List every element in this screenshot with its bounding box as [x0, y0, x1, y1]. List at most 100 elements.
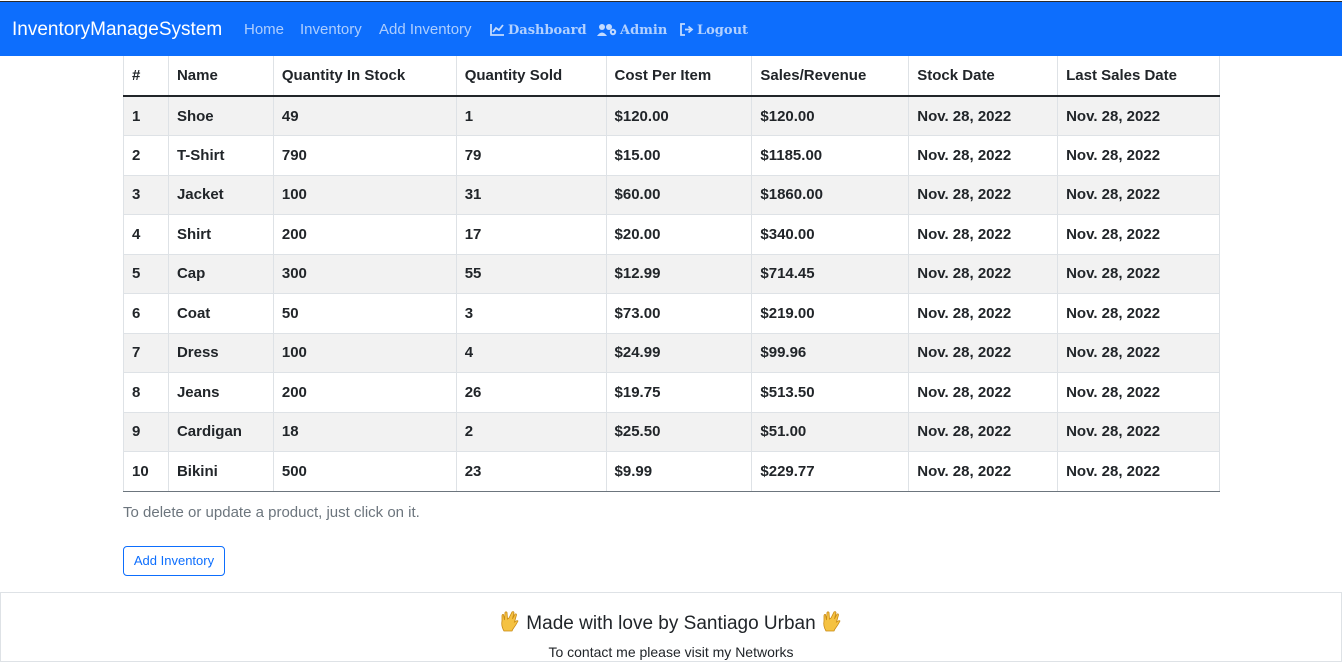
- header-stock-date: Stock Date: [908, 56, 1059, 97]
- header-sales-revenue: Sales/Revenue: [751, 56, 910, 97]
- nav-admin-label: Admin: [620, 23, 668, 38]
- cell-cost-per-item: $12.99: [606, 254, 753, 294]
- cell-last-sales-date: Nov. 28, 2022: [1057, 135, 1220, 176]
- cell-last-sales-date: Nov. 28, 2022: [1057, 175, 1220, 215]
- cell-number: 3: [123, 175, 169, 215]
- cell-name: Jeans: [168, 372, 274, 413]
- inventory-table: # Name Quantity In Stock Quantity Sold C…: [123, 56, 1220, 492]
- table-row[interactable]: 8 Jeans 200 26 $19.75 $513.50 Nov. 28, 2022 Nov…: [123, 372, 1220, 413]
- cell-quantity-sold: 17: [456, 214, 607, 255]
- cell-stock-date: Nov. 28, 2022: [908, 412, 1059, 452]
- cell-cost-per-item: $25.50: [606, 412, 753, 452]
- cell-cost-per-item: $24.99: [606, 333, 753, 373]
- footer: Made with love by Santiago Urban To cont…: [0, 592, 1342, 662]
- cell-number: 6: [123, 293, 169, 334]
- cell-quantity-in-stock: 500: [273, 451, 457, 492]
- cell-quantity-in-stock: 790: [273, 135, 457, 176]
- cell-last-sales-date: Nov. 28, 2022: [1057, 451, 1220, 492]
- cell-stock-date: Nov. 28, 2022: [908, 214, 1059, 255]
- cell-number: 1: [123, 96, 169, 136]
- hint-text: To delete or update a product, just clic…: [123, 504, 420, 521]
- cell-name: Jacket: [168, 175, 274, 215]
- table-row[interactable]: 10 Bikini 500 23 $9.99 $229.77 Nov. 28, 2022 No…: [123, 451, 1220, 492]
- header-quantity-in-stock: Quantity In Stock: [273, 56, 457, 97]
- users-cog-icon: [597, 24, 617, 36]
- nav-admin[interactable]: Admin: [597, 22, 667, 40]
- cell-cost-per-item: $19.75: [606, 372, 753, 413]
- cell-sales-revenue: $219.00: [751, 293, 910, 334]
- nav-logout[interactable]: Logout: [680, 22, 748, 40]
- cell-cost-per-item: $20.00: [606, 214, 753, 255]
- nav-home[interactable]: Home: [244, 21, 284, 39]
- cell-quantity-sold: 79: [456, 135, 607, 176]
- nav-dashboard-label: Dashboard: [508, 23, 587, 38]
- table-row[interactable]: 6 Coat 50 3 $73.00 $219.00 Nov. 28, 2022 Nov. 2…: [123, 293, 1220, 334]
- table-row[interactable]: 5 Cap 300 55 $12.99 $714.45 Nov. 28, 2022 Nov. …: [123, 254, 1220, 294]
- cell-number: 5: [123, 254, 169, 294]
- cell-last-sales-date: Nov. 28, 2022: [1057, 333, 1220, 373]
- cell-last-sales-date: Nov. 28, 2022: [1057, 96, 1220, 136]
- cell-quantity-in-stock: 300: [273, 254, 457, 294]
- cell-quantity-in-stock: 18: [273, 412, 457, 452]
- footer-title-text: Made with love by Santiago Urban: [526, 613, 816, 634]
- cell-name: Dress: [168, 333, 274, 373]
- cell-sales-revenue: $229.77: [751, 451, 910, 492]
- nav-dashboard[interactable]: Dashboard: [490, 22, 587, 40]
- cell-quantity-sold: 1: [456, 96, 607, 136]
- cell-number: 9: [123, 412, 169, 452]
- cell-quantity-sold: 3: [456, 293, 607, 334]
- cell-quantity-in-stock: 200: [273, 214, 457, 255]
- cell-number: 4: [123, 214, 169, 255]
- cell-name: Coat: [168, 293, 274, 334]
- footer-subtitle: To contact me please visit my Networks: [548, 644, 794, 660]
- cell-stock-date: Nov. 28, 2022: [908, 451, 1059, 492]
- header-name: Name: [168, 56, 274, 97]
- cell-name: Shoe: [168, 96, 274, 136]
- cell-sales-revenue: $714.45: [751, 254, 910, 294]
- cell-name: Cap: [168, 254, 274, 294]
- cell-number: 10: [123, 451, 169, 492]
- brand-link[interactable]: InventoryManageSystem: [12, 19, 222, 41]
- cell-stock-date: Nov. 28, 2022: [908, 175, 1059, 215]
- cell-stock-date: Nov. 28, 2022: [908, 372, 1059, 413]
- cell-last-sales-date: Nov. 28, 2022: [1057, 214, 1220, 255]
- nav-inventory[interactable]: Inventory: [300, 21, 362, 39]
- table-row[interactable]: 2 T-Shirt 790 79 $15.00 $1185.00 Nov. 28, 2022…: [123, 135, 1220, 176]
- cell-quantity-in-stock: 200: [273, 372, 457, 413]
- cell-sales-revenue: $340.00: [751, 214, 910, 255]
- cell-cost-per-item: $120.00: [606, 96, 753, 136]
- nav-logout-label: Logout: [697, 23, 749, 38]
- cell-stock-date: Nov. 28, 2022: [908, 254, 1059, 294]
- cell-last-sales-date: Nov. 28, 2022: [1057, 293, 1220, 334]
- cell-number: 2: [123, 135, 169, 176]
- header-cost-per-item: Cost Per Item: [606, 56, 753, 97]
- cell-quantity-sold: 2: [456, 412, 607, 452]
- cell-quantity-sold: 31: [456, 175, 607, 215]
- add-inventory-button[interactable]: Add Inventory: [123, 546, 225, 576]
- cell-quantity-in-stock: 100: [273, 333, 457, 373]
- cell-cost-per-item: $15.00: [606, 135, 753, 176]
- cell-stock-date: Nov. 28, 2022: [908, 293, 1059, 334]
- table-row[interactable]: 9 Cardigan 18 2 $25.50 $51.00 Nov. 28, 2022 Nov…: [123, 412, 1220, 452]
- cell-cost-per-item: $60.00: [606, 175, 753, 215]
- vulcan-salute-icon: [822, 610, 842, 638]
- header-last-sales-date: Last Sales Date: [1057, 56, 1220, 97]
- cell-number: 8: [123, 372, 169, 413]
- table-row[interactable]: 1 Shoe 49 1 $120.00 $120.00 Nov. 28, 2022 Nov. …: [123, 96, 1220, 136]
- cell-sales-revenue: $1185.00: [751, 135, 910, 176]
- cell-stock-date: Nov. 28, 2022: [908, 135, 1059, 176]
- sign-out-icon: [680, 23, 694, 36]
- nav-add-inventory[interactable]: Add Inventory: [379, 21, 472, 39]
- table-row[interactable]: 7 Dress 100 4 $24.99 $99.96 Nov. 28, 2022 Nov. …: [123, 333, 1220, 373]
- cell-sales-revenue: $51.00: [751, 412, 910, 452]
- table-row[interactable]: 4 Shirt 200 17 $20.00 $340.00 Nov. 28, 2022 Nov…: [123, 214, 1220, 255]
- table-row[interactable]: 3 Jacket 100 31 $60.00 $1860.00 Nov. 28, 2022 N…: [123, 175, 1220, 215]
- header-number: #: [123, 56, 169, 97]
- cell-last-sales-date: Nov. 28, 2022: [1057, 412, 1220, 452]
- cell-quantity-sold: 4: [456, 333, 607, 373]
- cell-quantity-in-stock: 50: [273, 293, 457, 334]
- chart-line-icon: [490, 24, 504, 36]
- footer-title: Made with love by Santiago Urban: [1, 610, 1341, 638]
- cell-quantity-in-stock: 100: [273, 175, 457, 215]
- cell-sales-revenue: $1860.00: [751, 175, 910, 215]
